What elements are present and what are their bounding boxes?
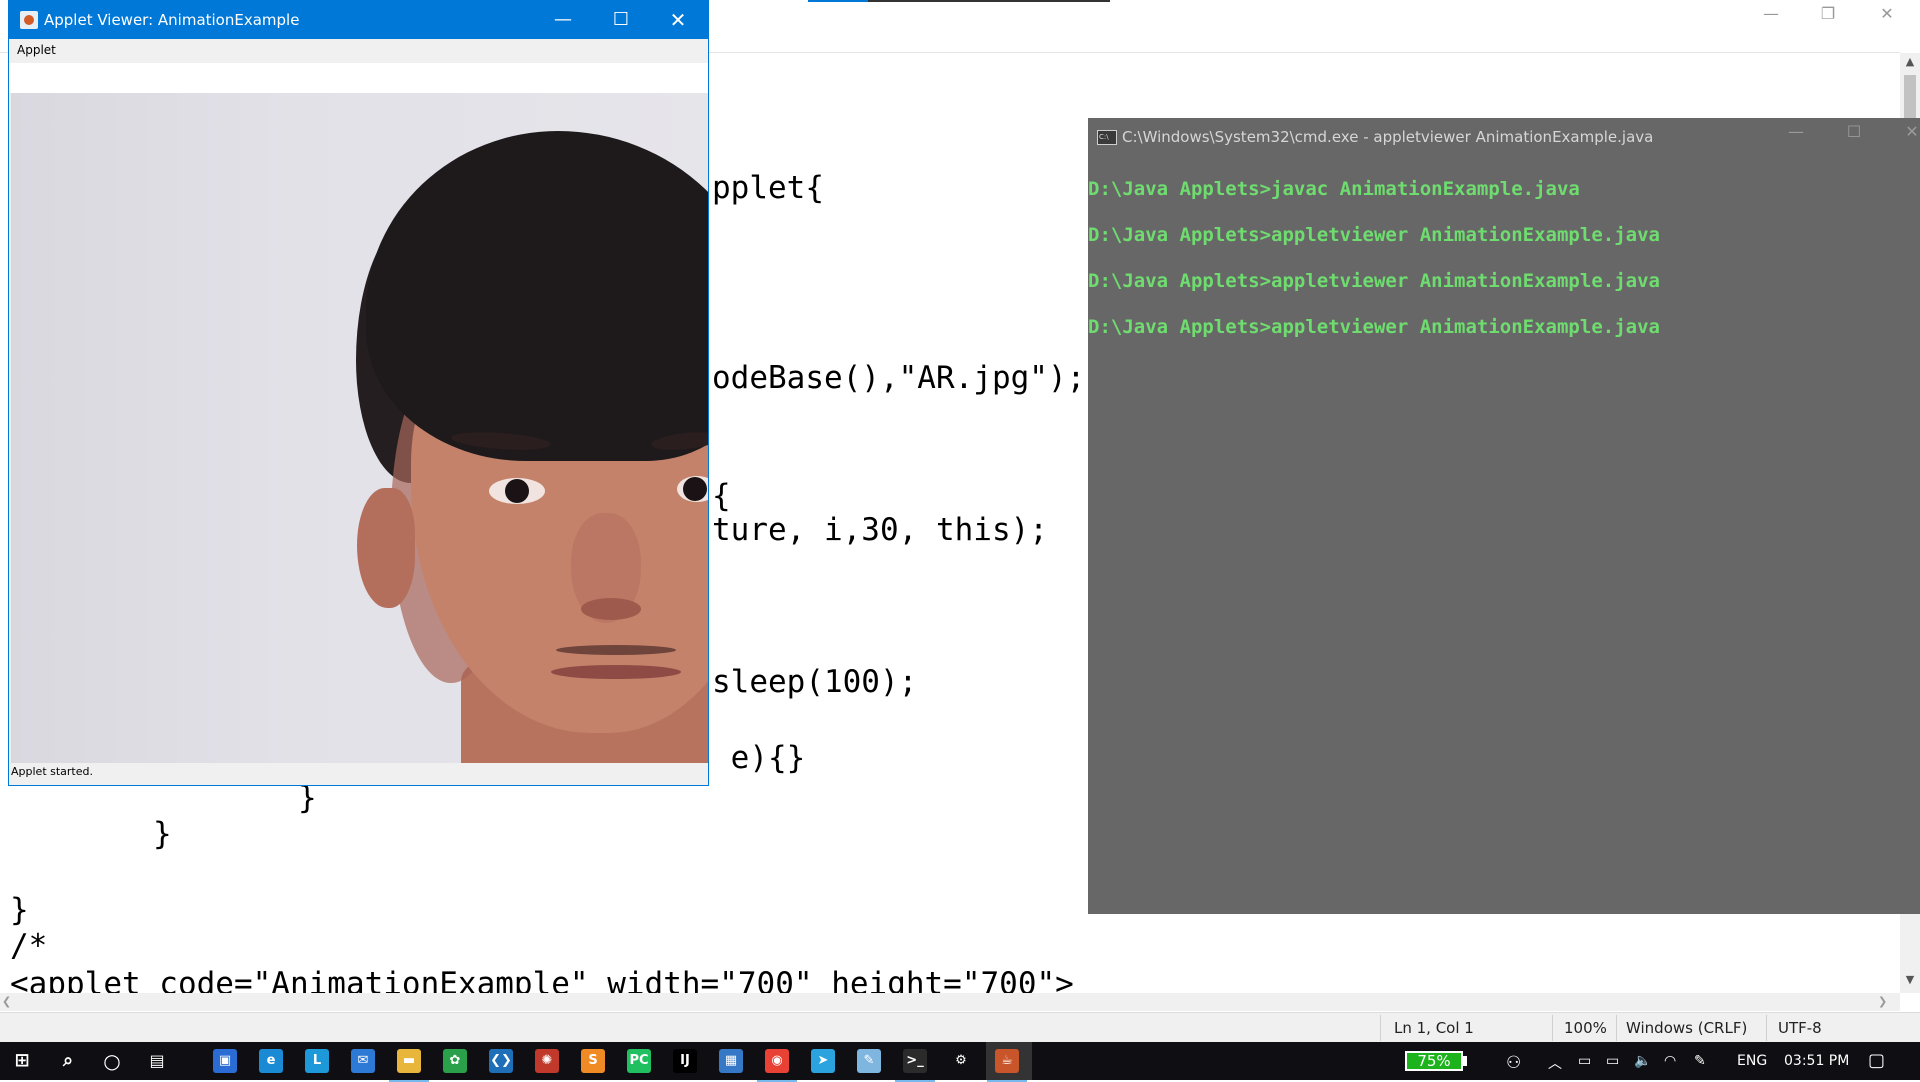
code-line: pplet{ (712, 170, 824, 206)
scroll-down-arrow-icon[interactable]: ▼ (1900, 970, 1920, 990)
code-line: e){} (712, 740, 806, 776)
cmd-window[interactable]: C:\ C:\Windows\System32\cmd.exe - applet… (1088, 118, 1920, 914)
taskbar: ⊞ ⌕ ○ ▤ ▣ e L ✉ ▬ ✿ ❮❯ ✺ S PC IJ ▦ ◉ ➤ ✎ >_ ⚙ ☕ 75% ⚇ ︿ ▭… (0, 1042, 1920, 1082)
calendar-icon[interactable]: ▦ (719, 1049, 743, 1073)
language-indicator[interactable]: ENG (1737, 1053, 1767, 1069)
java-icon (20, 11, 38, 29)
battery-percent: 75% (1417, 1052, 1451, 1070)
java-icon[interactable]: ☕ (987, 1049, 1027, 1082)
wifi-icon[interactable]: ◠ (1664, 1053, 1676, 1069)
photo-mouth (551, 665, 681, 679)
photo-mustache (556, 645, 676, 655)
status-divider (1552, 1015, 1553, 1041)
notepad-close-button[interactable]: ✕ (1867, 4, 1907, 28)
zoom-level: 100% (1564, 1019, 1607, 1037)
store-icon[interactable]: ▣ (213, 1049, 237, 1073)
pen-icon[interactable]: ✎ (1694, 1053, 1706, 1069)
applet-title: Applet Viewer: AnimationExample (44, 11, 300, 29)
chevron-up-icon[interactable]: ︿ (1548, 1053, 1562, 1073)
status-divider (1380, 1015, 1381, 1041)
scroll-right-arrow-icon[interactable]: ❯ (1878, 993, 1894, 1011)
applet-close-button[interactable]: ✕ (656, 7, 700, 33)
scroll-left-arrow-icon[interactable]: ❮ (2, 993, 18, 1011)
code-line: /* (10, 928, 48, 964)
code-line: { (712, 478, 731, 514)
cmd-minimize-button[interactable]: — (1776, 122, 1816, 146)
app-l-icon[interactable]: L (305, 1049, 329, 1073)
code-line: odeBase(),"AR.jpg"); (712, 360, 1086, 396)
search-icon[interactable]: ⌕ (56, 1049, 80, 1073)
notifications-icon[interactable]: ▢ (1868, 1050, 1885, 1071)
telegram-icon[interactable]: ➤ (811, 1049, 835, 1073)
battery-nub (1463, 1056, 1467, 1066)
photo-iris (505, 479, 529, 503)
applet-menu[interactable]: Applet (17, 43, 56, 57)
cmd-output-line: D:\Java Applets>javac AnimationExample.j… (1088, 178, 1580, 200)
photo-ear (357, 488, 415, 608)
task-view-icon[interactable]: ▤ (145, 1049, 169, 1073)
meet-now-icon[interactable]: ▭ (1578, 1053, 1591, 1069)
scroll-up-arrow-icon[interactable]: ▲ (1900, 52, 1920, 72)
intellij-icon[interactable]: IJ (673, 1049, 697, 1073)
mail-icon[interactable]: ✉ (351, 1049, 375, 1073)
status-bar: Ln 1, Col 1 100% Windows (CRLF) UTF-8 (0, 1012, 1920, 1043)
code-line: sleep(100); (712, 664, 918, 700)
applet-minimize-button[interactable]: — (541, 7, 585, 33)
photo-nostril (581, 598, 641, 620)
notepad-restore-button[interactable]: ❐ (1808, 4, 1848, 28)
windows-start-icon[interactable]: ⊞ (10, 1049, 34, 1073)
gear-app-icon[interactable]: ✺ (535, 1049, 559, 1073)
sublime-icon[interactable]: S (581, 1049, 605, 1073)
edge-icon[interactable]: e (259, 1049, 283, 1073)
cmd-output-line: D:\Java Applets>appletviewer AnimationEx… (1088, 270, 1660, 292)
cursor-position: Ln 1, Col 1 (1394, 1019, 1474, 1037)
applet-maximize-button[interactable]: ☐ (599, 7, 643, 33)
cortana-icon[interactable]: ○ (100, 1049, 124, 1073)
encoding: UTF-8 (1778, 1019, 1822, 1037)
settings-icon[interactable]: ⚙ (949, 1049, 973, 1073)
cmd-title-bar[interactable]: C:\ C:\Windows\System32\cmd.exe - applet… (1088, 118, 1920, 154)
clock[interactable]: 03:51 PM (1784, 1053, 1849, 1069)
terminal-icon[interactable]: >_ (895, 1049, 935, 1082)
applet-viewer-window[interactable]: Applet Viewer: AnimationExample — ☐ ✕ Ap… (8, 0, 709, 786)
applet-canvas-photo (11, 93, 708, 763)
applet-blank-area (9, 63, 708, 93)
horizontal-scrollbar[interactable] (0, 993, 1900, 1011)
vscode-icon[interactable]: ❮❯ (489, 1049, 513, 1073)
applet-menu-bar: Applet (9, 39, 708, 63)
code-line: } (10, 892, 29, 928)
applet-status: Applet started. (11, 765, 93, 778)
pycharm-icon[interactable]: PC (627, 1049, 651, 1073)
status-divider (1766, 1015, 1767, 1041)
cmd-maximize-button[interactable]: ☐ (1834, 122, 1874, 146)
volume-icon[interactable]: 🔈 (1634, 1053, 1651, 1069)
notepad-minimize-button[interactable]: — (1751, 4, 1791, 28)
line-ending: Windows (CRLF) (1626, 1019, 1748, 1037)
code-line: } (153, 816, 172, 852)
cmd-icon: C:\ (1097, 130, 1117, 145)
photo-hair (366, 131, 708, 461)
cmd-title: C:\Windows\System32\cmd.exe - appletview… (1122, 128, 1654, 146)
green-app-icon[interactable]: ✿ (443, 1049, 467, 1073)
code-line: ture, i,30, this); (712, 512, 1048, 548)
tab-indicator-accent (808, 0, 868, 2)
applet-title-bar[interactable]: Applet Viewer: AnimationExample — ☐ ✕ (9, 1, 708, 39)
notepad-icon[interactable]: ✎ (857, 1049, 881, 1073)
battery-icon[interactable]: ▭ (1606, 1053, 1619, 1069)
status-divider (1616, 1015, 1617, 1041)
cmd-output-line: D:\Java Applets>appletviewer AnimationEx… (1088, 316, 1660, 338)
people-icon[interactable]: ⚇ (1506, 1053, 1521, 1073)
cmd-close-button[interactable]: ✕ (1892, 122, 1920, 146)
file-explorer-icon[interactable]: ▬ (389, 1049, 429, 1082)
cmd-output-line: D:\Java Applets>appletviewer AnimationEx… (1088, 224, 1660, 246)
chrome-icon[interactable]: ◉ (757, 1049, 797, 1082)
photo-iris (683, 477, 707, 501)
